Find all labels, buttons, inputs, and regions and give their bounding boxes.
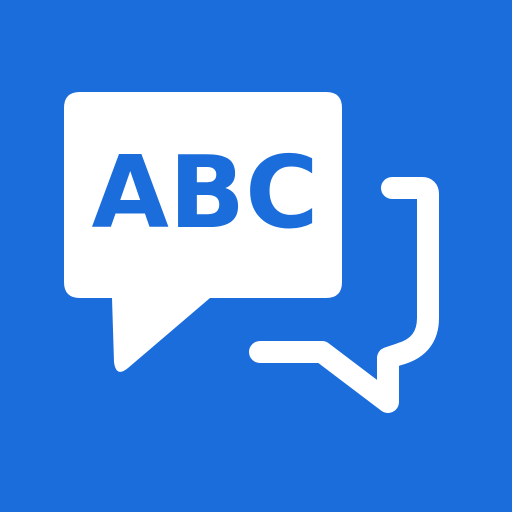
chat-bubbles-icon: ABC <box>64 92 439 413</box>
bubble-text: ABC <box>91 134 318 251</box>
translate-chat-app-icon[interactable]: ABC <box>0 0 512 512</box>
